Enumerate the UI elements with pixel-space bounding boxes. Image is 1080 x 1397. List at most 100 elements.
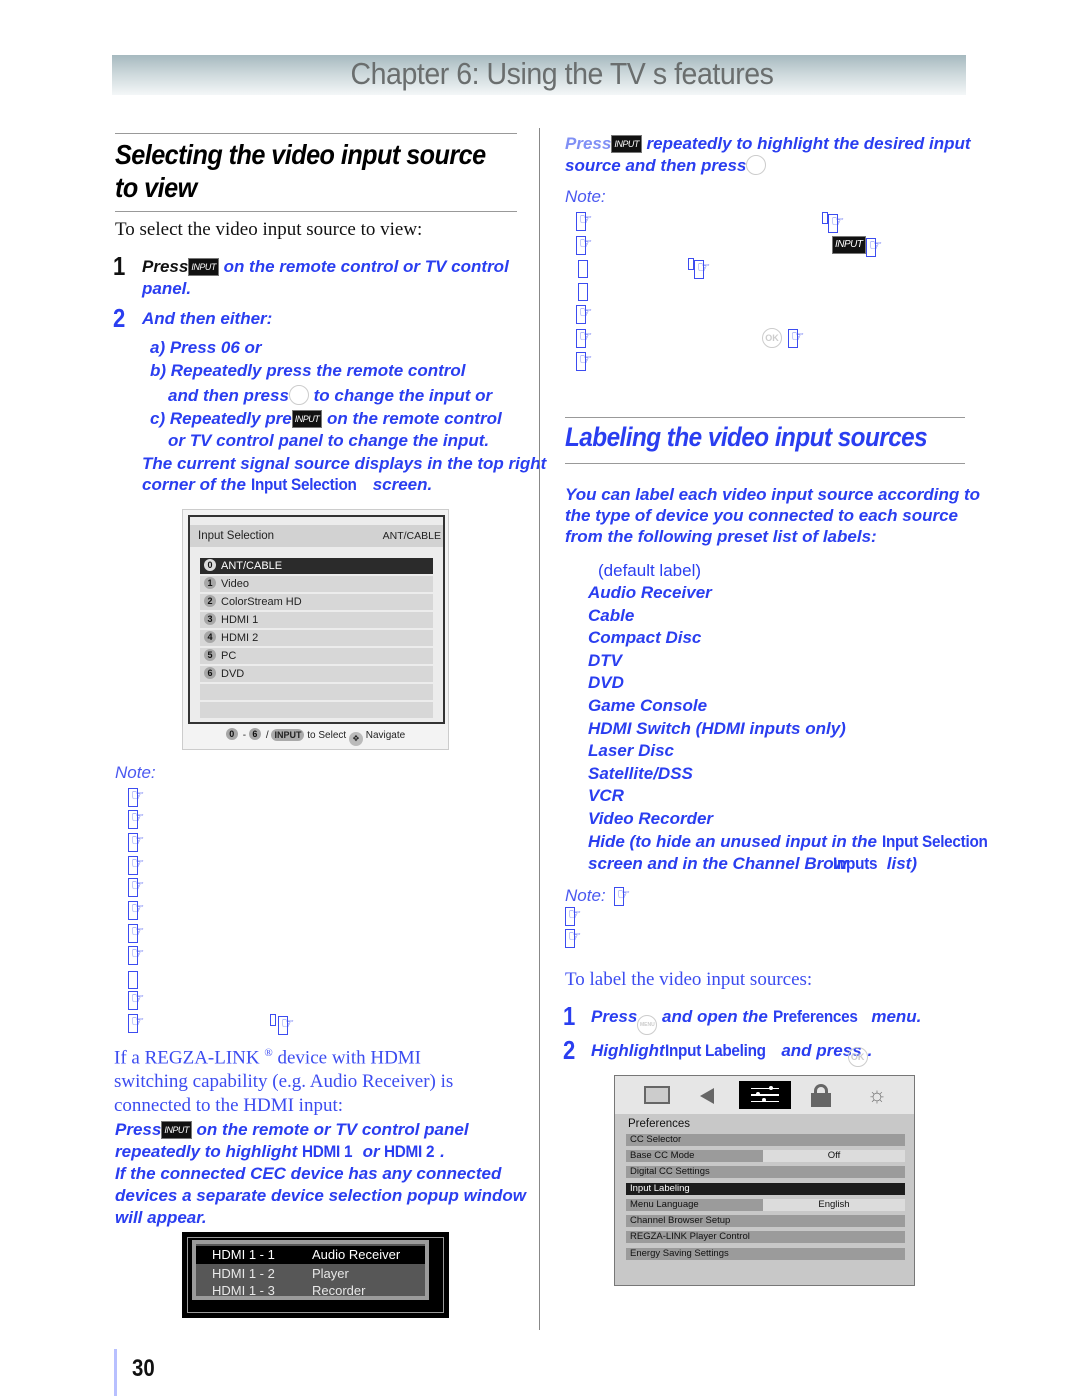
pointer-icon: ☞ xyxy=(864,237,884,258)
input-item[interactable]: 6 DVD xyxy=(200,666,433,682)
pointer-icon: ☞ xyxy=(574,304,594,325)
cec-text: If the connected CEC device has any conn… xyxy=(115,1164,502,1183)
input-item[interactable]: 3 HDMI 1 xyxy=(200,612,433,628)
input-number: 1 xyxy=(204,577,216,589)
hdmi-device-item[interactable]: HDMI 1 - 2 Player xyxy=(196,1265,425,1283)
pref-item[interactable]: Energy Saving Settings xyxy=(626,1248,905,1260)
navigate-icon: ✥ xyxy=(348,732,363,746)
hdmi-port: HDMI 1 - 1 xyxy=(212,1247,275,1262)
input-item[interactable]: 1 Video xyxy=(200,576,433,592)
pref-item[interactable]: Channel Browser Setup xyxy=(626,1215,905,1227)
popup-list: HDMI 1 - 1 Audio Receiver HDMI 1 - 2 Playe… xyxy=(192,1240,429,1300)
pref-label: Digital CC Settings xyxy=(630,1166,710,1177)
pref-item[interactable]: REGZA-LINK Player Control xyxy=(626,1231,905,1243)
menu-name: Preferences xyxy=(772,1007,858,1026)
pointer-icon: ☞ xyxy=(826,213,846,234)
hdmi-port: HDMI 1 - 3 xyxy=(212,1283,275,1298)
input-label: Video xyxy=(221,578,249,590)
press-word: Press xyxy=(142,257,189,276)
divider xyxy=(565,463,965,464)
input-key-icon: INPUT xyxy=(832,236,866,254)
tab-picture[interactable] xyxy=(630,1081,682,1109)
input-key-icon: INPUT xyxy=(188,258,219,276)
pref-label: Energy Saving Settings xyxy=(630,1248,729,1259)
section-title-line1: Selecting the video input source xyxy=(115,139,486,170)
pref-value[interactable]: English xyxy=(763,1199,905,1211)
tab-locks[interactable] xyxy=(796,1081,848,1109)
input-item[interactable]: 2 ColorStream HD xyxy=(200,594,433,610)
pref-item[interactable]: Menu Language English xyxy=(626,1199,905,1211)
menu-item-name: Input Labeling xyxy=(664,1041,766,1060)
instruction-text: repeatedly to highlight xyxy=(115,1142,303,1161)
hdmi-device-item[interactable]: HDMI 1 - 1 Audio Receiver xyxy=(196,1246,425,1264)
hdmi-port: HDMI 1 - 2 xyxy=(212,1266,275,1281)
pref-label: Channel Browser Setup xyxy=(630,1215,731,1226)
menu-name: Input Selection xyxy=(250,475,357,494)
pointer-icon: ☞ xyxy=(692,259,712,280)
menu-name: Inputs xyxy=(832,854,878,874)
input-label: ANT/CABLE xyxy=(221,560,283,572)
label-option: VCR xyxy=(588,786,624,806)
tab-preferences[interactable] xyxy=(739,1081,791,1109)
pointer-icon: ☞ xyxy=(126,990,146,1011)
press-word: Press xyxy=(115,1120,162,1139)
option-c-cont: or TV control panel to change the input. xyxy=(168,431,490,450)
option-b: b) Repeatedly press the remote control xyxy=(150,360,466,382)
step-1: 1 xyxy=(113,251,127,282)
option-a: a) Press 06 or xyxy=(150,338,262,357)
pref-item[interactable]: Digital CC Settings xyxy=(626,1166,905,1178)
regza-text: If a REGZA-LINK xyxy=(114,1047,260,1069)
pointer-icon: ☞ xyxy=(126,832,146,853)
input-selection-title: Input Selection xyxy=(198,530,275,542)
registered-mark: ® xyxy=(264,1047,273,1059)
menu-icon-bar: ☼ xyxy=(615,1076,914,1114)
missing-glyph-icon xyxy=(578,260,588,278)
input-item[interactable]: 5 PC xyxy=(200,648,433,664)
tab-audio[interactable] xyxy=(682,1081,734,1109)
intro-text: from the following preset list of labels… xyxy=(565,527,877,546)
step-1-body-2: panel. xyxy=(142,279,192,298)
default-label: (default label) xyxy=(598,561,702,580)
note-list: ☞ ☞ ☞ INPUT ☞ ☞ ☞ ☞ OK ☞ ☞ xyxy=(574,211,904,372)
pointer-icon: ☞ xyxy=(563,928,583,949)
input-label: HDMI 1 xyxy=(221,614,259,626)
cancel-key-icon xyxy=(746,155,767,175)
pref-item[interactable]: Base CC Mode Off xyxy=(626,1150,905,1162)
cec-text: devices a separate device selection popu… xyxy=(115,1186,526,1205)
hide-text: list) xyxy=(882,854,917,874)
pref-item[interactable]: Input Labeling xyxy=(626,1183,905,1195)
footer-dash: - xyxy=(242,730,247,741)
intro-text: You can label each video input source ac… xyxy=(565,485,981,504)
input-number: 2 xyxy=(204,595,216,607)
regza-text: connected to the HDMI input: xyxy=(114,1095,344,1117)
label-option: Laser Disc xyxy=(588,741,674,761)
ok-key-icon: OK xyxy=(762,328,782,348)
chapter-banner: Chapter 6: Using the TV s features xyxy=(112,55,966,95)
pointer-icon: ☞ xyxy=(276,1015,296,1036)
note-label: Note: xyxy=(565,187,606,206)
step-number: 1 xyxy=(563,1001,576,1031)
hide-text: Hide (to hide an unused input in the xyxy=(588,831,882,851)
input-item[interactable]: 4 HDMI 2 xyxy=(200,630,433,646)
pointer-icon: ☞ xyxy=(563,906,583,927)
option-c: c) Repeatedly pre INPUT on the remote con… xyxy=(150,408,502,430)
input-item-empty xyxy=(200,702,433,718)
chapter-title: Chapter 6: Using the TV s features xyxy=(350,56,774,91)
option-b-text: and then press xyxy=(168,386,289,405)
input-item[interactable]: 0 ANT/CABLE xyxy=(200,558,433,574)
hdmi-press-instruction: Press INPUT on the remote or TV control p… xyxy=(115,1119,526,1229)
label-option: Cable xyxy=(588,605,635,625)
preferences-title: Preferences xyxy=(628,1118,691,1130)
tab-setup[interactable]: ☼ xyxy=(851,1081,903,1109)
pointer-icon: ☞ xyxy=(126,900,146,921)
menu-name: Input Selection xyxy=(881,831,988,851)
hdmi-device-item[interactable]: HDMI 1 - 3 Recorder xyxy=(196,1282,425,1300)
intro-text: the type of device you connected to each… xyxy=(565,506,958,525)
pointer-icon: ☞ xyxy=(612,886,632,907)
pref-label: Base CC Mode xyxy=(630,1150,695,1161)
pref-value[interactable]: Off xyxy=(763,1150,905,1162)
hdmi-device: Player xyxy=(312,1266,349,1281)
pref-item[interactable]: CC Selector xyxy=(626,1134,905,1146)
page-number-bar xyxy=(114,1349,117,1396)
current-source: ANT/CABLE xyxy=(382,530,441,542)
